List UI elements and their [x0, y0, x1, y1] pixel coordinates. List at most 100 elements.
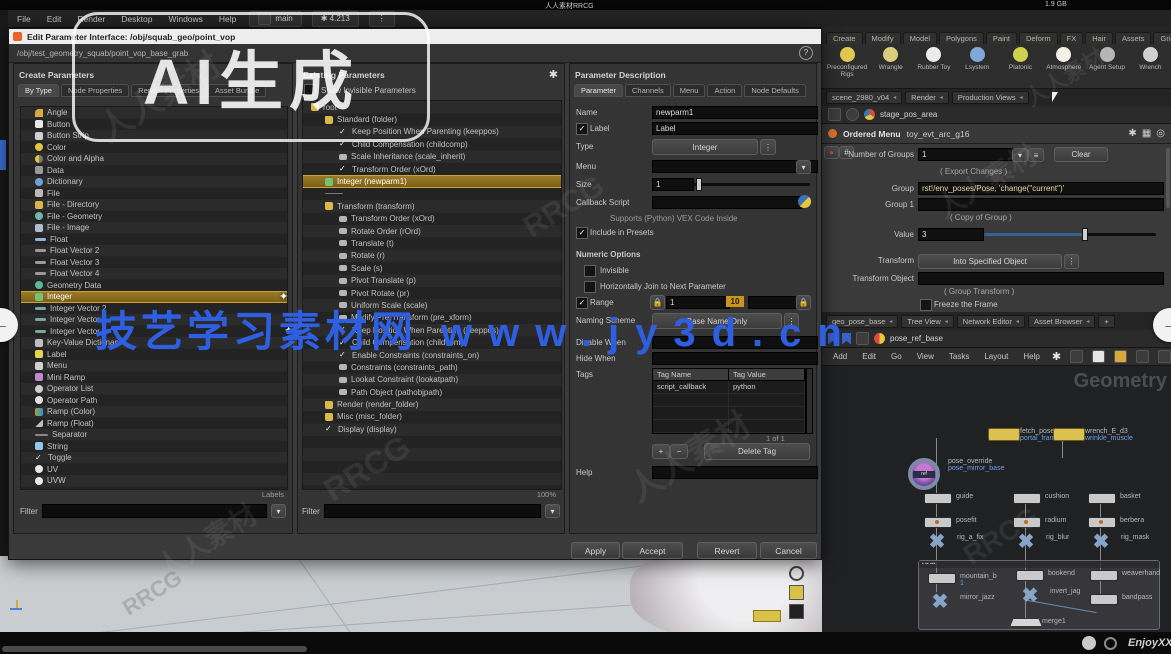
type-item[interactable]: ✓Toggle	[21, 452, 287, 464]
network-node[interactable]: ✖	[1014, 534, 1038, 552]
create-tab-asset-bundle[interactable]: Asset Bundle	[208, 84, 266, 97]
naming-scheme-dropdown[interactable]: Base Name Only	[652, 313, 782, 329]
type-item[interactable]: Integer	[21, 291, 287, 303]
show-invisible-row[interactable]: Show Invisible Parameters	[304, 84, 416, 96]
network-menu-add[interactable]: Add	[830, 351, 850, 362]
python-icon[interactable]	[798, 195, 811, 208]
range-lock-left-icon[interactable]: 🔒	[650, 295, 665, 310]
cancel-button[interactable]: Cancel	[760, 542, 817, 559]
shelf-tab-model[interactable]: Model	[903, 32, 937, 44]
desc-tab-action[interactable]: Action	[707, 84, 742, 97]
pane-tab[interactable]: geo_pose_base◂	[826, 315, 898, 328]
tree-item[interactable]: Render (render_folder)	[303, 398, 561, 410]
help-field[interactable]	[652, 466, 818, 479]
horizontal-join-checkbox[interactable]	[584, 281, 596, 293]
shelf-tab-deform[interactable]: Deform	[1019, 32, 1058, 44]
tree-item[interactable]: Pivot Rotate (pr)	[303, 287, 561, 299]
network-node[interactable]: ✖	[1018, 588, 1042, 606]
shelf-tab-hair[interactable]: Hair	[1085, 32, 1113, 44]
type-item[interactable]: Color and Alpha	[21, 153, 287, 165]
shelf-tool[interactable]: Wrench	[1132, 47, 1169, 88]
shelf-tool[interactable]: Preconfigured Rigs	[828, 47, 866, 88]
pane-tab[interactable]: Network Editor◂	[957, 315, 1025, 328]
link-icon[interactable]	[846, 108, 859, 121]
network-menu-layout[interactable]: Layout	[981, 351, 1011, 362]
menu-button[interactable]: ≡	[1028, 148, 1044, 162]
network-node[interactable]	[1053, 428, 1085, 441]
ladder-button[interactable]: ▾	[1012, 148, 1028, 162]
show-invisible-checkbox[interactable]	[304, 84, 316, 96]
gear-icon[interactable]: ✱	[1128, 128, 1136, 139]
shelf-tab-fx[interactable]: FX	[1060, 32, 1084, 44]
tree-item[interactable]: Modify Pre-Transform (pre_xform)	[303, 312, 561, 324]
type-item[interactable]: Integer Vector 3	[21, 314, 287, 326]
snapshot-icon[interactable]	[789, 585, 804, 600]
type-item[interactable]: Mini Ramp	[21, 372, 287, 384]
history-icon[interactable]	[856, 332, 869, 345]
menu-file[interactable]: File	[14, 13, 34, 25]
type-item[interactable]: Label	[21, 349, 287, 361]
snap-icon[interactable]: ✱	[1052, 350, 1061, 363]
node-name-field[interactable]: toy_evt_arc_g16	[907, 129, 970, 139]
type-item[interactable]: File - Geometry	[21, 211, 287, 223]
help-icon[interactable]: ?	[799, 46, 813, 60]
tags-table[interactable]: Tag NameTag Valuescript_callbackpython	[652, 368, 806, 434]
tree-item[interactable]: Translate (t)	[303, 237, 561, 249]
type-item[interactable]: Float Vector 3	[21, 257, 287, 269]
network-node[interactable]: ✖	[928, 594, 952, 612]
tree-item[interactable]: Rotate (r)	[303, 250, 561, 262]
type-item[interactable]: File	[21, 188, 287, 200]
apply-button[interactable]: Apply	[571, 542, 620, 559]
network-node[interactable]	[1013, 517, 1041, 528]
type-dropdown[interactable]: Integer	[652, 139, 758, 155]
menu-edit[interactable]: Edit	[44, 13, 65, 25]
network-node[interactable]	[1090, 594, 1118, 605]
type-item[interactable]: File - Image	[21, 222, 287, 234]
hide-when-field[interactable]	[652, 352, 818, 365]
type-item[interactable]: UV	[21, 464, 287, 476]
type-item[interactable]: Float Vector 4	[21, 268, 287, 280]
network-node[interactable]	[1090, 570, 1118, 581]
desc-tab-menu[interactable]: Menu	[673, 84, 706, 97]
menu-windows[interactable]: Windows	[165, 13, 205, 25]
tree-item[interactable]: Path Object (pathobjpath)	[303, 386, 561, 398]
tree-item[interactable]: ✓Keep Position When Parenting (keeppos)	[303, 126, 561, 138]
network-menu-go[interactable]: Go	[888, 351, 905, 362]
shelf-tab-modify[interactable]: Modify	[865, 32, 901, 44]
bookmark-icon[interactable]	[828, 333, 837, 345]
type-item[interactable]: Separator	[21, 429, 287, 441]
size-field[interactable]: 1	[652, 178, 694, 191]
tree-item[interactable]: ✓Child Compensation (childcomp)	[303, 138, 561, 150]
player-icon[interactable]	[1082, 636, 1096, 650]
group1-field[interactable]	[918, 198, 1164, 211]
transform-dropdown[interactable]: Into Specified Object	[918, 254, 1062, 269]
network-node[interactable]	[928, 573, 956, 584]
type-item[interactable]: Operator Path	[21, 395, 287, 407]
menu-field[interactable]	[652, 160, 818, 173]
network-node[interactable]	[1010, 618, 1042, 627]
tag-remove-button[interactable]: −	[670, 444, 688, 459]
transform-object-field[interactable]	[918, 272, 1164, 285]
create-tab-render-properties[interactable]: Render Properties	[131, 84, 206, 97]
size-slider[interactable]	[692, 183, 810, 186]
tree-item[interactable]: Scale Inheritance (scale_inherit)	[303, 151, 561, 163]
pane-tab[interactable]: Asset Browser◂	[1028, 315, 1095, 328]
existing-parameter-tree[interactable]: rootStandard (folder)✓Keep Position When…	[302, 100, 562, 490]
transform-menu-button[interactable]: ⋮	[1064, 254, 1079, 269]
desc-tab-node-defaults[interactable]: Node Defaults	[744, 84, 806, 97]
network-menu-edit[interactable]: Edit	[859, 351, 879, 362]
num-groups-field[interactable]: 1	[918, 148, 1016, 161]
create-tab-node-properties[interactable]: Node Properties	[61, 84, 129, 97]
type-item[interactable]: Color	[21, 142, 287, 154]
menu-render[interactable]: Render	[74, 13, 108, 25]
name-field[interactable]: newparm1	[652, 106, 818, 119]
tree-item[interactable]: Rotate Order (rOrd)	[303, 225, 561, 237]
label-checkbox[interactable]: ✓	[576, 123, 588, 135]
naming-menu-button[interactable]: ⋮	[784, 313, 799, 329]
parameter-type-list[interactable]: AngleButtonButton StripColorColor and Al…	[20, 106, 288, 490]
bookmark-icon[interactable]	[842, 333, 851, 345]
delete-tag-button[interactable]: Delete Tag	[704, 443, 810, 460]
network-node[interactable]	[988, 428, 1020, 441]
tag-add-button[interactable]: +	[652, 444, 670, 459]
layers-icon[interactable]	[1158, 350, 1171, 363]
